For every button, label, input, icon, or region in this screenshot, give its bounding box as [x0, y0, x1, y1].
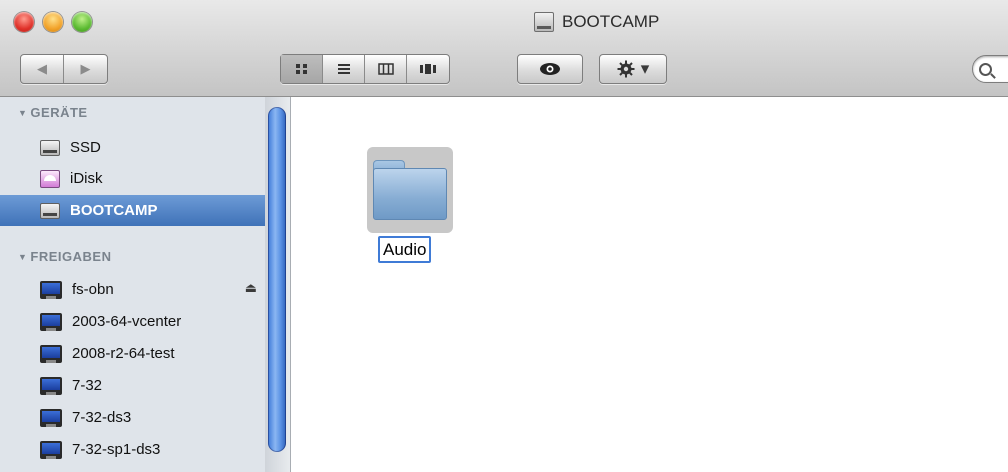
back-arrow-icon: ◀	[37, 61, 47, 76]
minimize-button[interactable]	[43, 12, 63, 32]
network-computer-icon	[40, 280, 62, 299]
sidebar-item-7-32[interactable]: 7-32	[0, 370, 265, 401]
disclosure-triangle-icon: ▼	[18, 107, 28, 118]
folder-rename-field[interactable]: Audio	[378, 236, 432, 263]
folder-icon	[373, 160, 447, 220]
action-menu-button[interactable]: ▾	[599, 54, 667, 84]
network-computer-icon	[40, 344, 62, 363]
sidebar-item-7-32-ds3[interactable]: 7-32-ds3	[0, 402, 265, 433]
traffic-lights	[14, 12, 92, 32]
column-view-button[interactable]	[365, 55, 407, 83]
sidebar-section-shared[interactable]: ▼ FREIGABEN	[18, 249, 111, 264]
search-input[interactable]	[972, 55, 1008, 83]
chevron-down-icon: ▾	[640, 59, 650, 78]
gear-icon	[617, 60, 635, 78]
quick-look-button[interactable]	[517, 54, 583, 84]
list-view-button[interactable]	[323, 55, 365, 83]
sidebar-item-label: iDisk	[70, 170, 103, 187]
hard-drive-icon	[534, 12, 554, 32]
eject-icon[interactable]: ⏏	[245, 280, 257, 296]
back-button[interactable]: ◀	[21, 55, 64, 83]
sidebar-item-2003-64-vcenter[interactable]: 2003-64-vcenter	[0, 306, 265, 337]
sidebar-item-label: SSD	[70, 139, 101, 156]
sidebar-item-label: 2008-r2-64-test	[72, 345, 175, 362]
sidebar-item-label: 2003-64-vcenter	[72, 313, 182, 330]
sidebar-section-label: GERÄTE	[30, 105, 88, 120]
column-view-icon	[377, 63, 394, 75]
view-mode-control	[280, 54, 450, 84]
idisk-icon	[40, 169, 60, 188]
icon-view-icon	[295, 64, 307, 74]
forward-arrow-icon: ▶	[80, 61, 91, 76]
sidebar-item-idisk[interactable]: iDisk	[0, 163, 265, 194]
sidebar-scrollbar-thumb[interactable]	[268, 107, 286, 452]
network-computer-icon	[40, 376, 62, 395]
disclosure-triangle-icon: ▼	[18, 251, 28, 262]
sidebar-item-label: BOOTCAMP	[70, 202, 158, 219]
coverflow-view-button[interactable]	[407, 55, 449, 83]
coverflow-view-icon	[420, 64, 436, 74]
back-forward-control: ◀ ▶	[20, 54, 108, 84]
icon-view-button[interactable]	[281, 55, 323, 83]
file-browser-content[interactable]: Audio	[291, 97, 1008, 472]
sidebar-item-7-32-sp1-ds3[interactable]: 7-32-sp1-ds3	[0, 434, 265, 465]
sidebar-item-bootcamp[interactable]: BOOTCAMP	[0, 195, 265, 226]
sidebar-section-label: FREIGABEN	[30, 249, 112, 264]
search-icon	[979, 62, 992, 76]
network-computer-icon	[40, 408, 62, 427]
eye-icon	[540, 63, 560, 75]
sidebar: ▼ GERÄTE SSD iDisk BOOTCAMP ▼ FREIGABEN …	[0, 97, 291, 472]
network-computer-icon	[40, 440, 62, 459]
sidebar-item-label: 7-32	[72, 377, 103, 394]
sidebar-section-devices[interactable]: ▼ GERÄTE	[18, 105, 88, 120]
sidebar-item-label: 7-32-ds3	[72, 409, 132, 426]
sidebar-item-label: 7-32-sp1-ds3	[72, 441, 161, 458]
hard-drive-icon	[40, 139, 60, 156]
close-button[interactable]	[14, 12, 34, 32]
folder-item-audio[interactable]	[367, 147, 453, 233]
sidebar-item-fs-obn[interactable]: fs-obn ⏏	[0, 274, 265, 305]
list-view-icon	[337, 64, 350, 74]
window-title-text: BOOTCAMP	[562, 12, 660, 31]
window-titlebar: BOOTCAMP ◀ ▶ ▾	[0, 0, 1008, 97]
sidebar-item-label: fs-obn	[72, 281, 114, 298]
zoom-button[interactable]	[72, 12, 92, 32]
hard-drive-icon	[40, 202, 60, 219]
sidebar-item-ssd[interactable]: SSD	[0, 132, 265, 163]
forward-button[interactable]: ▶	[64, 55, 107, 83]
sidebar-item-2008-r2-64-test[interactable]: 2008-r2-64-test	[0, 338, 265, 369]
network-computer-icon	[40, 312, 62, 331]
window-title: BOOTCAMP	[534, 10, 659, 34]
